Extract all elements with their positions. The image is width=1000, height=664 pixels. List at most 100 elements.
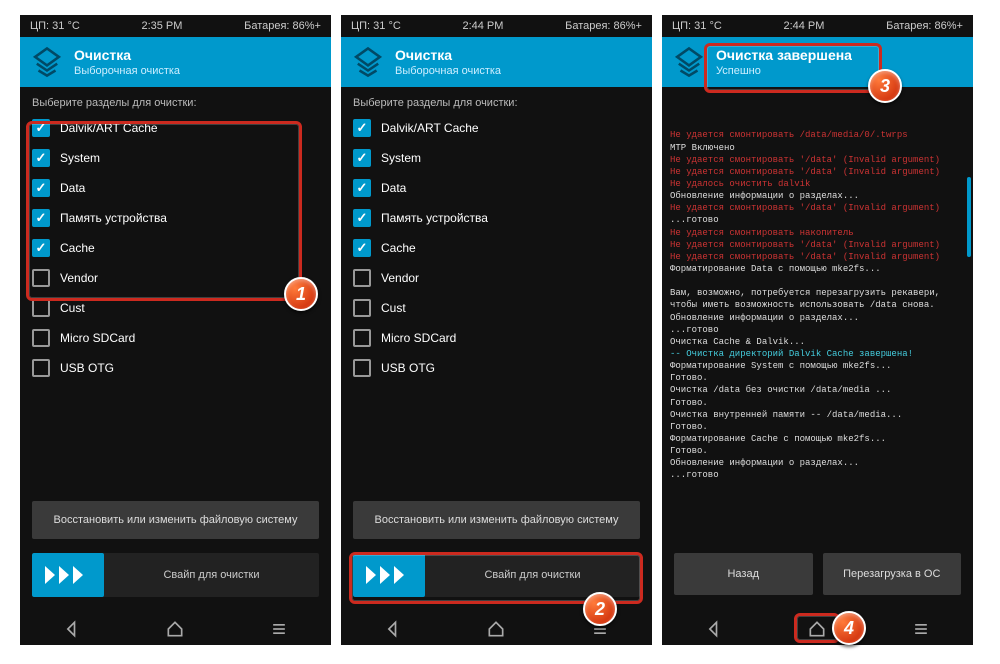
nav-home-icon[interactable] (165, 619, 185, 639)
page-subtitle: Выборочная очистка (395, 65, 642, 77)
partition-row[interactable]: System (353, 143, 640, 173)
partition-row[interactable]: System (32, 143, 319, 173)
header: Очистка завершена Успешно (662, 37, 973, 87)
header: Очистка Выборочная очистка (341, 37, 652, 87)
partition-label: Память устройства (381, 211, 488, 225)
repair-fs-button[interactable]: Восстановить или изменить файловую систе… (353, 501, 640, 539)
battery: Батарея: 86%+ (886, 20, 963, 32)
partition-row[interactable]: Vendor (353, 263, 640, 293)
partition-row[interactable]: Vendor (32, 263, 319, 293)
nav-menu-icon[interactable] (590, 619, 610, 639)
nav-back-icon[interactable] (704, 619, 724, 639)
log-line: Не удается смонтировать '/data' (Invalid… (670, 239, 965, 251)
checkbox[interactable] (32, 179, 50, 197)
partition-row[interactable]: USB OTG (32, 353, 319, 383)
checkbox[interactable] (353, 269, 371, 287)
log-line (670, 275, 965, 287)
partition-label: Data (60, 181, 85, 195)
log-line: Очистка Cache & Dalvik... (670, 336, 965, 348)
partition-row[interactable]: Data (353, 173, 640, 203)
nav-back-icon[interactable] (383, 619, 403, 639)
partition-row[interactable]: Cache (32, 233, 319, 263)
page-title: Очистка (74, 47, 321, 63)
partition-row[interactable]: USB OTG (353, 353, 640, 383)
partition-row[interactable]: Dalvik/ART Cache (32, 113, 319, 143)
partition-label: Dalvik/ART Cache (60, 121, 158, 135)
cpu-temp: ЦП: 31 °C (30, 20, 80, 32)
cpu-temp: ЦП: 31 °C (672, 20, 722, 32)
checkbox[interactable] (32, 149, 50, 167)
log-line: Обновление информации о разделах... (670, 457, 965, 469)
checkbox[interactable] (32, 359, 50, 377)
log-line: Очистка /data без очистки /data/media ..… (670, 384, 965, 396)
partition-row[interactable]: Micro SDCard (32, 323, 319, 353)
checkbox[interactable] (353, 299, 371, 317)
checkbox[interactable] (353, 209, 371, 227)
nav-menu-icon[interactable] (911, 619, 931, 639)
clock: 2:44 PM (462, 20, 503, 32)
partition-row[interactable]: Cust (32, 293, 319, 323)
checkbox[interactable] (32, 269, 50, 287)
partition-label: Dalvik/ART Cache (381, 121, 479, 135)
log-line: Очистка внутренней памяти -- /data/media… (670, 409, 965, 421)
checkbox[interactable] (353, 329, 371, 347)
twrp-logo-icon (672, 45, 706, 79)
partition-label: USB OTG (381, 361, 435, 375)
nav-home-icon[interactable] (486, 619, 506, 639)
checkbox[interactable] (353, 179, 371, 197)
checkbox[interactable] (32, 209, 50, 227)
log-line: MTP Включено (670, 142, 965, 154)
instruction-label: Выберите разделы для очистки: (20, 87, 331, 113)
nav-back-icon[interactable] (62, 619, 82, 639)
back-button[interactable]: Назад (674, 553, 813, 595)
swipe-to-wipe[interactable]: Свайп для очистки (353, 553, 640, 597)
log-line: Форматирование Cache с помощью mke2fs... (670, 433, 965, 445)
status-bar: ЦП: 31 °C 2:44 PM Батарея: 86%+ (662, 15, 973, 37)
nav-bar (662, 609, 973, 645)
partition-label: Cache (60, 241, 95, 255)
checkbox[interactable] (32, 239, 50, 257)
nav-home-icon[interactable] (807, 619, 827, 639)
checkbox[interactable] (353, 359, 371, 377)
swipe-thumb[interactable] (353, 553, 425, 597)
partition-row[interactable]: Cust (353, 293, 640, 323)
cpu-temp: ЦП: 31 °C (351, 20, 401, 32)
log-line: -- Очистка директорий Dalvik Cache завер… (670, 348, 965, 360)
partition-row[interactable]: Micro SDCard (353, 323, 640, 353)
nav-menu-icon[interactable] (269, 619, 289, 639)
checkbox[interactable] (32, 119, 50, 137)
reboot-os-button[interactable]: Перезагрузка в ОС (823, 553, 962, 595)
swipe-label: Свайп для очистки (104, 569, 319, 581)
repair-fs-button[interactable]: Восстановить или изменить файловую систе… (32, 501, 319, 539)
screen-3: ЦП: 31 °C 2:44 PM Батарея: 86%+ Очистка … (662, 15, 973, 645)
partition-row[interactable]: Data (32, 173, 319, 203)
partition-row[interactable]: Dalvik/ART Cache (353, 113, 640, 143)
scrollbar-thumb[interactable] (967, 177, 971, 257)
clock: 2:35 PM (141, 20, 182, 32)
partition-list: Dalvik/ART Cache SystemData Память устройс… (341, 113, 652, 383)
checkbox[interactable] (353, 119, 371, 137)
log-output[interactable]: Не удается смонтировать /data/media/0/.t… (662, 87, 973, 553)
checkbox[interactable] (353, 149, 371, 167)
checkbox[interactable] (32, 329, 50, 347)
partition-row[interactable]: Память устройства (32, 203, 319, 233)
partition-label: Cache (381, 241, 416, 255)
checkbox[interactable] (353, 239, 371, 257)
log-line: ...готово (670, 324, 965, 336)
page-title: Очистка (395, 47, 642, 63)
swipe-label: Свайп для очистки (425, 569, 640, 581)
partition-row[interactable]: Cache (353, 233, 640, 263)
log-line: Форматирование System с помощью mke2fs..… (670, 360, 965, 372)
nav-bar (20, 609, 331, 645)
log-line: Не удается смонтировать '/data' (Invalid… (670, 154, 965, 166)
partition-row[interactable]: Память устройства (353, 203, 640, 233)
swipe-thumb[interactable] (32, 553, 104, 597)
partition-label: Vendor (381, 271, 419, 285)
swipe-to-wipe[interactable]: Свайп для очистки (32, 553, 319, 597)
partition-label: Micro SDCard (381, 331, 456, 345)
checkbox[interactable] (32, 299, 50, 317)
screen-1: ЦП: 31 °C 2:35 PM Батарея: 86%+ Очистка … (20, 15, 331, 645)
log-line: ...готово (670, 469, 965, 481)
partition-label: Cust (60, 301, 85, 315)
partition-label: Память устройства (60, 211, 167, 225)
